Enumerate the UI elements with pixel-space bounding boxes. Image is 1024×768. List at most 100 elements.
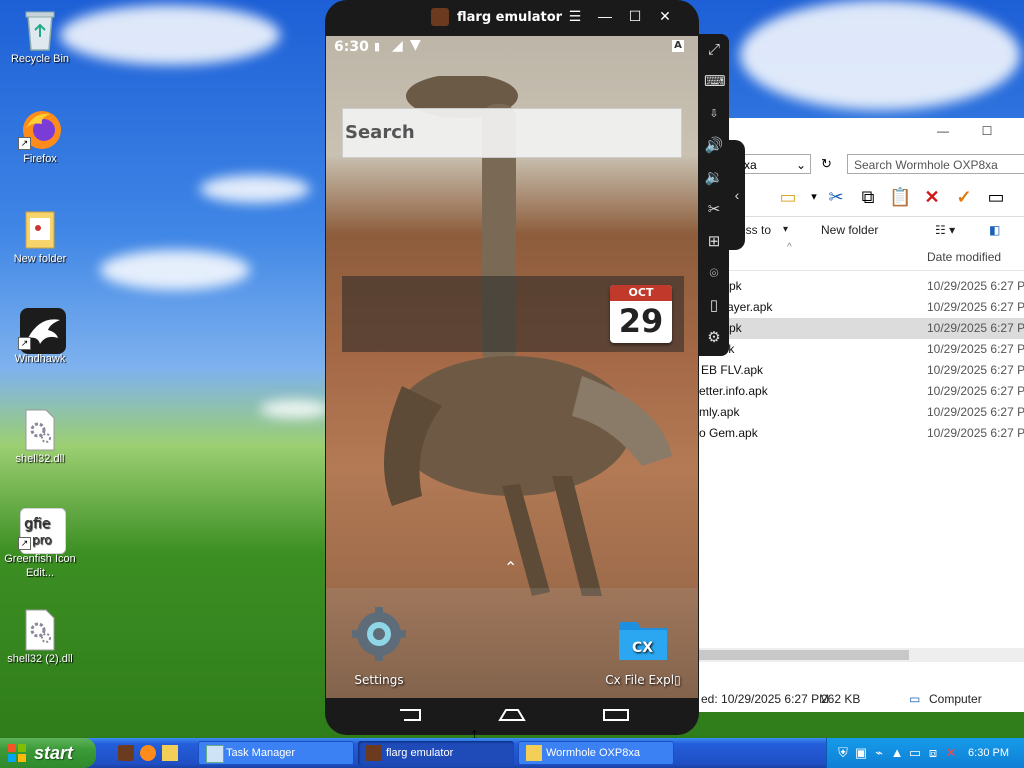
chevron-down-icon[interactable]: ⌄ [796,155,806,175]
fullscreen-icon[interactable]: ⤢ [704,40,724,60]
menu-icon[interactable]: ☰ [565,8,585,25]
file-name: pk [729,321,742,335]
recents-icon[interactable] [602,708,630,722]
install-apk-icon[interactable]: ⇩ [704,104,724,124]
file-row[interactable]: pk 10/29/2025 6:27 PM [699,276,1024,297]
svg-text:CX: CX [632,640,653,656]
app-settings[interactable]: Settings [334,606,424,687]
maximize-icon[interactable]: ☐ [977,124,997,140]
folder-view-icon[interactable]: ▭ [777,186,799,208]
desktop-icon-recycle-bin[interactable]: Recycle Bin [0,8,80,66]
desktop-icon-new-folder[interactable]: New folder [0,208,80,266]
network-icon[interactable]: ⧈ [925,745,941,761]
sidebar-collapse-tab[interactable]: ‹ [729,140,745,250]
chevron-down-icon: ▾ [783,224,789,235]
keyboard-icon[interactable]: ⌨ [704,72,726,92]
file-date: 10/29/2025 6:27 PM [927,342,1024,356]
rename-icon[interactable]: ▭ [985,186,1007,208]
security-shield-icon[interactable]: ⛨ [835,745,851,761]
desktop-icon-label: Windhawk [14,353,66,365]
home-icon[interactable] [498,708,526,722]
horizontal-scrollbar[interactable] [699,648,1024,662]
notification-a-icon: A [672,40,684,52]
desktop-icon-shell32-2[interactable]: shell32 (2).dll [0,608,80,666]
minimize-icon[interactable]: — [933,124,953,140]
taskbar-task-manager[interactable]: Task Manager [198,741,354,765]
search-bar[interactable]: Search [342,108,682,158]
explorer-window[interactable]: — ☐ xa ⌄ ↻ Search Wormhole OXP8xa ▭ ▾ ✂ ⧉… [698,118,1024,712]
close-icon[interactable]: ✕ [655,8,675,25]
calendar-widget[interactable]: OCT 29 [342,276,684,352]
shortcut-arrow-icon: ↗ [18,337,31,350]
file-date: 10/29/2025 6:27 PM [927,405,1024,419]
file-name: ayer.apk [727,300,773,314]
network-off-icon[interactable]: ⌁ [871,745,887,761]
copy-icon[interactable]: ⧉ [857,186,879,208]
explorer-titlebar[interactable]: — ☐ [699,118,1024,148]
cut-icon[interactable]: ✂ [825,186,847,208]
file-row[interactable]: etter.info.apk 10/29/2025 6:27 PM [699,381,1024,402]
clock[interactable]: 6:30 PM [968,738,1009,768]
file-row[interactable]: o Gem.apk 10/29/2025 6:27 PM [699,423,1024,444]
checkmark-icon[interactable]: ✓ [953,186,975,208]
shake-icon[interactable]: ▯ [704,296,724,316]
hat-icon[interactable]: ▲ [889,745,905,761]
file-date: 10/29/2025 6:27 PM [927,321,1024,335]
desktop-icon-firefox[interactable]: ↗ Firefox [0,108,80,166]
location-icon[interactable]: ⌾ [704,264,724,284]
start-button[interactable]: start [0,738,96,768]
volume-up-icon[interactable]: 🔊 [704,136,724,156]
file-date: 10/29/2025 6:27 PM [927,300,1024,314]
scrollbar-thumb[interactable] [699,650,909,660]
recycle-bin-icon [20,8,60,51]
preview-pane-icon[interactable]: ◧ [989,218,1000,242]
back-icon[interactable] [396,708,424,722]
new-folder-button[interactable]: New folder [821,218,878,242]
calendar-day: 29 [618,302,664,340]
settings-gear-icon[interactable]: ⚙ [704,328,724,348]
quicklaunch-explorer-icon[interactable] [162,745,178,761]
file-row[interactable]: mly.apk 10/29/2025 6:27 PM [699,402,1024,423]
cx-folder-icon: CX [619,622,667,660]
folder-icon [526,745,542,761]
app-drawer-chevron-icon[interactable]: ⌃ [504,558,517,578]
file-list: pk 10/29/2025 6:27 PM ayer.apk 10/29/2025 … [699,276,1024,444]
wallpaper-creature [384,76,672,596]
file-row[interactable]: d.apk10/29/2025 6:27 PM [699,339,1024,360]
volume-down-icon[interactable]: 🔉 [704,168,724,188]
desktop-icon-windhawk[interactable]: ↗ Windhawk [0,308,80,366]
taskbar-wormhole-folder[interactable]: Wormhole OXP8xa [518,741,674,765]
file-row-selected[interactable]: pk 10/29/2025 6:27 PM [699,318,1024,339]
file-name: mly.apk [699,405,740,419]
app-cx-file-explorer[interactable]: CX Cx File Expl▯ [598,614,688,687]
task-manager-icon [206,745,224,763]
file-row[interactable]: EB FLV.apk 10/29/2025 6:27 PM [699,360,1024,381]
refresh-icon[interactable]: ↻ [821,156,832,172]
file-row[interactable]: ayer.apk 10/29/2025 6:27 PM [699,297,1024,318]
paste-icon[interactable]: 📋 [889,186,911,208]
desktop-icon-shell32[interactable]: shell32.dll [0,408,80,466]
taskbar-flarg-emulator[interactable]: flarg emulator [358,741,514,765]
desktop-icon-greenfish[interactable]: gfie pro ↗ Greenfish Icon Edit... [0,507,80,580]
emulator-titlebar[interactable]: flarg emulator ☰ — ☐ ✕ [325,0,699,36]
calendar-month: OCT [610,285,672,301]
screenshot-icon[interactable]: ✂ [704,200,724,220]
android-screen[interactable]: 6:30 ▮ ◢ ▼ A Search OCT 29 ⌃ Settings CX… [326,36,698,698]
status-size: 262 KB [821,692,861,706]
search-input[interactable]: Search Wormhole OXP8xa [847,154,1024,174]
firefox-icon: ↗ [18,108,61,150]
emulator-window[interactable]: flarg emulator ☰ — ☐ ✕ 6:30 ▮ ◢ ▼ A Sear… [325,0,699,735]
volume-muted-icon[interactable]: ✕ [943,745,959,761]
quicklaunch-emulator-icon[interactable] [118,745,134,761]
minimize-icon[interactable]: — [595,8,615,24]
quicklaunch-firefox-icon[interactable] [140,745,156,761]
dropdown-icon[interactable]: ▾ [803,186,825,208]
multi-instance-icon[interactable]: ⊞ [704,232,724,252]
delete-icon[interactable]: ✕ [921,186,943,208]
maximize-icon[interactable]: ☐ [625,8,645,25]
column-date-modified[interactable]: Date modified [927,250,1001,264]
view-options-icon[interactable]: ☷ ▾ [935,218,955,242]
camera-icon[interactable]: ▣ [853,745,869,761]
display-icon[interactable]: ▭ [907,745,923,761]
folder-icon [20,208,60,249]
